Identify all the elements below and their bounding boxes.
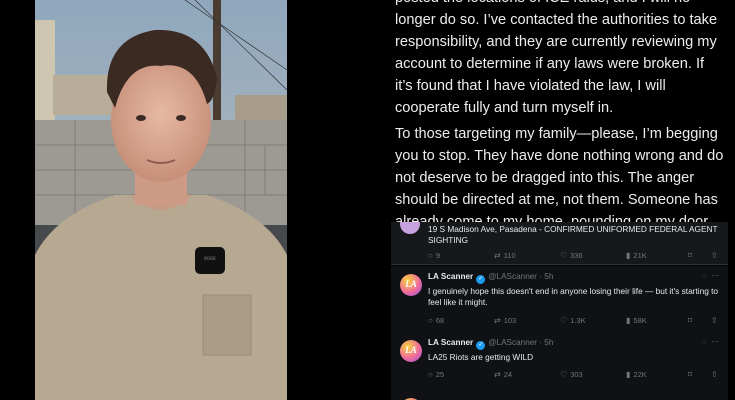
bookmark-icon: ⌑ bbox=[688, 251, 693, 260]
share-button[interactable]: ⇧ bbox=[711, 316, 721, 325]
tweet-actions: ○ 25 ⇄ 24 ♡ 303 ▮ 22K ⌑ ⇧ bbox=[428, 370, 723, 382]
views-icon: ▮ bbox=[626, 316, 631, 325]
tweet-menu: ◌ ··· bbox=[702, 337, 719, 346]
tweet-card[interactable]: 19 S Madison Ave, Pasadena - CONFIRMED U… bbox=[391, 222, 728, 265]
statement-paragraph: posted the locations of ICE raids, and I… bbox=[395, 0, 718, 116]
reply-button[interactable]: ○ 9 bbox=[428, 251, 440, 260]
comment-icon: ○ bbox=[428, 370, 433, 379]
tweet-feed: 19 S Madison Ave, Pasadena - CONFIRMED U… bbox=[391, 222, 728, 400]
share-button[interactable]: ⇧ bbox=[711, 251, 721, 260]
views-icon: ▮ bbox=[626, 251, 631, 260]
reply-button[interactable]: ○ 25 bbox=[428, 370, 444, 379]
avatar[interactable]: LA bbox=[400, 340, 422, 362]
author-handle[interactable]: @LAScanner · 5h bbox=[488, 338, 553, 347]
tweet-text: LA25 Riots are getting WILD bbox=[428, 352, 534, 362]
tweet-text: I genuinely hope this doesn't end in any… bbox=[428, 286, 719, 307]
microphone: RODE bbox=[195, 247, 225, 274]
like-button[interactable]: ♡ 1.3K bbox=[560, 316, 586, 325]
avatar[interactable] bbox=[400, 222, 420, 234]
comment-icon: ○ bbox=[428, 316, 433, 325]
avatar[interactable]: LA bbox=[400, 274, 422, 296]
heart-icon: ♡ bbox=[560, 370, 568, 379]
repost-icon: ⇄ bbox=[494, 370, 501, 379]
share-icon: ⇧ bbox=[711, 370, 718, 379]
repost-button[interactable]: ⇄ 103 bbox=[494, 316, 516, 325]
tweet-header: LA Scanner ✓ @LAScanner · 5h bbox=[428, 338, 553, 350]
views-button[interactable]: ▮ 22K bbox=[626, 370, 647, 379]
repost-button[interactable]: ⇄ 110 bbox=[494, 251, 516, 260]
tweet-menu: ◌ ··· bbox=[702, 271, 719, 280]
tweet-actions: ○ 68 ⇄ 103 ♡ 1.3K ▮ 58K ⌑ ⇧ bbox=[428, 316, 723, 328]
bookmark-icon: ⌑ bbox=[688, 370, 693, 379]
share-icon: ⇧ bbox=[711, 251, 718, 260]
grok-icon[interactable]: ◌ bbox=[702, 271, 707, 280]
tweet-text: 19 S Madison Ave, Pasadena - CONFIRMED U… bbox=[428, 224, 718, 245]
bookmark-button[interactable]: ⌑ bbox=[688, 370, 695, 379]
statement-paragraph: To those targeting my family—please, I’m… bbox=[395, 126, 724, 226]
more-icon[interactable]: ··· bbox=[711, 271, 719, 280]
author-name[interactable]: LA Scanner bbox=[428, 272, 473, 281]
bookmark-icon: ⌑ bbox=[688, 316, 693, 325]
tweet-actions: ○ 9 ⇄ 110 ♡ 336 ▮ 21K ⌑ ⇧ bbox=[428, 251, 723, 263]
comment-icon: ○ bbox=[428, 251, 433, 260]
author-name[interactable]: LA Scanner bbox=[428, 338, 473, 347]
bookmark-button[interactable]: ⌑ bbox=[688, 251, 695, 260]
more-icon[interactable]: ··· bbox=[711, 337, 719, 346]
tweet-header: LA Scanner ✓ @LAScanner · 5h bbox=[428, 272, 553, 284]
verified-badge-icon: ✓ bbox=[476, 341, 486, 350]
views-button[interactable]: ▮ 58K bbox=[626, 316, 647, 325]
views-button[interactable]: ▮ 21K bbox=[626, 251, 647, 260]
reply-button[interactable]: ○ 68 bbox=[428, 316, 444, 325]
statement-panel: posted the locations of ICE raids, and I… bbox=[375, 0, 735, 226]
like-button[interactable]: ♡ 303 bbox=[560, 370, 583, 379]
repost-button[interactable]: ⇄ 24 bbox=[494, 370, 512, 379]
tweet-card[interactable] bbox=[391, 396, 728, 400]
bookmark-button[interactable]: ⌑ bbox=[688, 316, 695, 325]
heart-icon: ♡ bbox=[560, 316, 568, 325]
verified-badge-icon: ✓ bbox=[476, 275, 486, 284]
grok-icon[interactable]: ◌ bbox=[702, 337, 707, 346]
video-frame: RODE bbox=[35, 0, 287, 400]
repost-icon: ⇄ bbox=[494, 251, 501, 260]
views-icon: ▮ bbox=[626, 370, 631, 379]
heart-icon: ♡ bbox=[560, 251, 568, 260]
tweet-card[interactable]: LA LA Scanner ✓ @LAScanner · 5h ◌ ··· I ge… bbox=[391, 266, 728, 333]
author-handle[interactable]: @LAScanner · 5h bbox=[488, 272, 553, 281]
like-button[interactable]: ♡ 336 bbox=[560, 251, 583, 260]
tweet-card[interactable]: LA LA Scanner ✓ @LAScanner · 5h ◌ ··· LA25… bbox=[391, 332, 728, 397]
repost-icon: ⇄ bbox=[494, 316, 501, 325]
share-button[interactable]: ⇧ bbox=[711, 370, 721, 379]
share-icon: ⇧ bbox=[711, 316, 718, 325]
person-photo bbox=[35, 0, 287, 400]
